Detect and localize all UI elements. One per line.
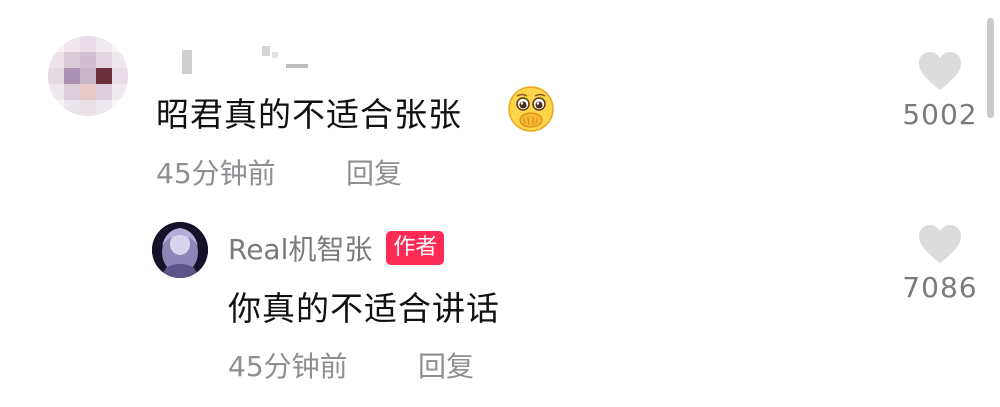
comment-reply-button[interactable]: 回复 <box>346 152 402 192</box>
reply-text: 你真的不适合讲话 <box>228 289 500 328</box>
comment-section: 昭君真的不适合张张 45分钟前 回复 5002 Real机智张 作者 你真的不适… <box>0 0 1000 407</box>
shy-covering-mouth-emoji <box>508 86 554 132</box>
commenter-username-obscured[interactable] <box>158 44 318 76</box>
comment-timestamp: 45分钟前 <box>156 157 276 190</box>
reply-username[interactable]: Real机智张 <box>228 228 372 268</box>
author-badge: 作者 <box>386 231 445 265</box>
reply-like-count: 7086 <box>902 271 978 304</box>
reply-author-line: Real机智张 作者 <box>228 228 445 268</box>
comment-like-button[interactable]: 5002 <box>895 50 985 131</box>
reply-like-button[interactable]: 7086 <box>895 223 985 304</box>
comment-like-count: 5002 <box>902 98 978 131</box>
reply-reply-button[interactable]: 回复 <box>418 345 474 385</box>
comment-text: 昭君真的不适合张张 <box>156 95 462 134</box>
commenter-avatar[interactable] <box>48 36 128 116</box>
author-avatar-image <box>152 222 208 278</box>
author-avatar[interactable] <box>152 222 208 278</box>
reply-timestamp: 45分钟前 <box>228 350 348 383</box>
heart-icon[interactable] <box>917 50 963 92</box>
scrollbar[interactable] <box>987 18 994 118</box>
heart-icon[interactable] <box>917 223 963 265</box>
